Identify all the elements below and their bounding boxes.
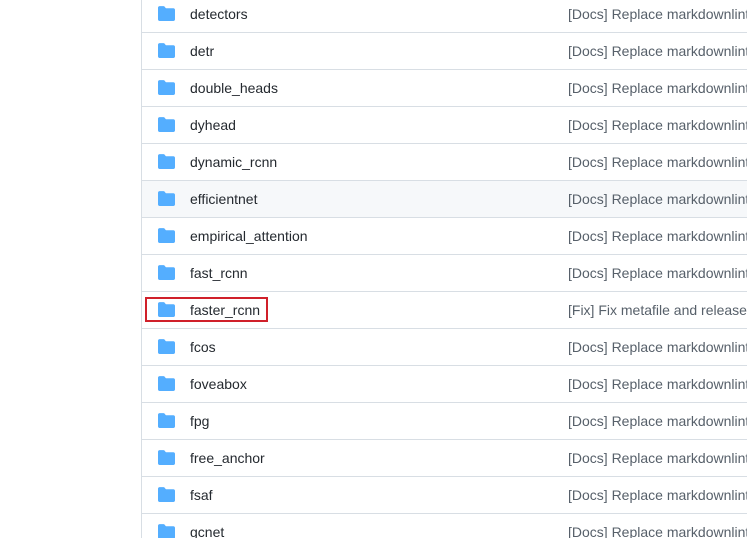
commit-message-link[interactable]: [Fix] Fix metafile and release models xyxy=(568,302,747,318)
file-row-fast-rcnn[interactable]: fast_rcnn [Docs] Replace markdownlint wi… xyxy=(142,255,747,292)
folder-name-link[interactable]: faster_rcnn xyxy=(190,302,260,318)
folder-icon xyxy=(158,191,175,206)
folder-icon xyxy=(158,265,175,280)
folder-icon xyxy=(158,43,175,58)
folder-name-link[interactable]: fast_rcnn xyxy=(190,265,248,281)
commit-message-link[interactable]: [Docs] Replace markdownlint with mdforma… xyxy=(568,376,747,392)
commit-message-link[interactable]: [Docs] Replace markdownlint with mdforma… xyxy=(568,339,747,355)
folder-icon xyxy=(158,117,175,132)
file-row-fcos[interactable]: fcos [Docs] Replace markdownlint with md… xyxy=(142,329,747,366)
folder-name-link[interactable]: fsaf xyxy=(190,487,213,503)
file-row-fsaf[interactable]: fsaf [Docs] Replace markdownlint with md… xyxy=(142,477,747,514)
commit-message-link[interactable]: [Docs] Replace markdownlint with mdforma… xyxy=(568,117,747,133)
file-row-efficientnet[interactable]: efficientnet [Docs] Replace markdownlint… xyxy=(142,181,747,218)
folder-name-link[interactable]: fcos xyxy=(190,339,216,355)
folder-name-link[interactable]: detr xyxy=(190,43,214,59)
file-row-gcnet[interactable]: gcnet [Docs] Replace markdownlint with m… xyxy=(142,514,747,538)
folder-icon xyxy=(158,154,175,169)
folder-name-link[interactable]: dynamic_rcnn xyxy=(190,154,277,170)
folder-name-link[interactable]: gcnet xyxy=(190,524,224,538)
commit-message-link[interactable]: [Docs] Replace markdownlint with mdforma… xyxy=(568,228,747,244)
file-row-foveabox[interactable]: foveabox [Docs] Replace markdownlint wit… xyxy=(142,366,747,403)
folder-name-link[interactable]: dyhead xyxy=(190,117,236,133)
file-row-fpg[interactable]: fpg [Docs] Replace markdownlint with mdf… xyxy=(142,403,747,440)
file-row-faster-rcnn[interactable]: faster_rcnn [Fix] Fix metafile and relea… xyxy=(142,292,747,329)
folder-name-link[interactable]: double_heads xyxy=(190,80,278,96)
commit-message-link[interactable]: [Docs] Replace markdownlint with mdforma… xyxy=(568,43,747,59)
folder-icon xyxy=(158,524,175,538)
folder-icon xyxy=(158,302,175,317)
commit-message-link[interactable]: [Docs] Replace markdownlint with mdforma… xyxy=(568,80,747,96)
file-row-double-heads[interactable]: double_heads [Docs] Replace markdownlint… xyxy=(142,70,747,107)
folder-icon xyxy=(158,80,175,95)
folder-icon xyxy=(158,6,175,21)
folder-icon xyxy=(158,450,175,465)
file-row-dyhead[interactable]: dyhead [Docs] Replace markdownlint with … xyxy=(142,107,747,144)
folder-name-link[interactable]: efficientnet xyxy=(190,191,257,207)
file-list: detectors [Docs] Replace markdownlint wi… xyxy=(141,0,747,538)
file-row-detr[interactable]: detr [Docs] Replace markdownlint with md… xyxy=(142,33,747,70)
commit-message-link[interactable]: [Docs] Replace markdownlint with mdforma… xyxy=(568,524,747,538)
commit-message-link[interactable]: [Docs] Replace markdownlint with mdforma… xyxy=(568,450,747,466)
file-row-detectors[interactable]: detectors [Docs] Replace markdownlint wi… xyxy=(142,0,747,33)
file-row-empirical-attention[interactable]: empirical_attention [Docs] Replace markd… xyxy=(142,218,747,255)
folder-name-link[interactable]: detectors xyxy=(190,6,248,22)
folder-name-link[interactable]: free_anchor xyxy=(190,450,265,466)
repository-file-browser: detectors [Docs] Replace markdownlint wi… xyxy=(0,0,747,538)
commit-message-link[interactable]: [Docs] Replace markdownlint with mdforma… xyxy=(568,265,747,281)
folder-icon xyxy=(158,339,175,354)
folder-icon xyxy=(158,487,175,502)
commit-message-link[interactable]: [Docs] Replace markdownlint with mdforma… xyxy=(568,191,747,207)
commit-message-link[interactable]: [Docs] Replace markdownlint with mdforma… xyxy=(568,413,747,429)
folder-icon xyxy=(158,376,175,391)
folder-icon xyxy=(158,413,175,428)
folder-name-link[interactable]: foveabox xyxy=(190,376,247,392)
commit-message-link[interactable]: [Docs] Replace markdownlint with mdforma… xyxy=(568,487,747,503)
commit-message-link[interactable]: [Docs] Replace markdownlint with mdforma… xyxy=(568,154,747,170)
commit-message-link[interactable]: [Docs] Replace markdownlint with mdforma… xyxy=(568,6,747,22)
file-row-free-anchor[interactable]: free_anchor [Docs] Replace markdownlint … xyxy=(142,440,747,477)
file-row-dynamic-rcnn[interactable]: dynamic_rcnn [Docs] Replace markdownlint… xyxy=(142,144,747,181)
folder-name-link[interactable]: empirical_attention xyxy=(190,228,308,244)
folder-icon xyxy=(158,228,175,243)
folder-name-link[interactable]: fpg xyxy=(190,413,209,429)
